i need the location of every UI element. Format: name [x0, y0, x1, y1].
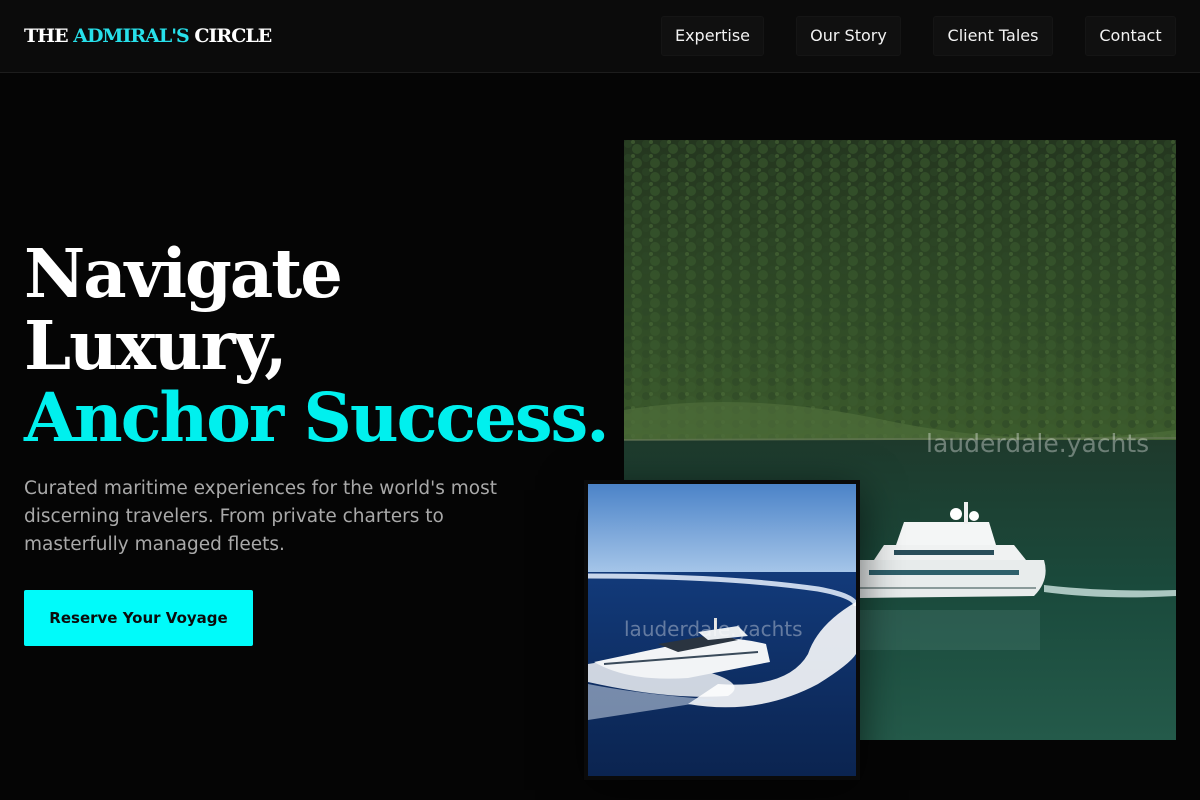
hero-headline-accent: Anchor Success.	[24, 378, 610, 457]
hero-headline: Navigate Luxury, Anchor Success.	[24, 234, 610, 457]
hero-headline-line2: Luxury,	[24, 306, 288, 385]
small-image-watermark: lauderdale.yachts	[624, 617, 803, 641]
nav-expertise-link[interactable]: Expertise	[661, 16, 764, 56]
large-image-watermark: lauderdale.yachts	[926, 429, 1149, 458]
speeding-yacht-image: lauderdale.yachts	[584, 480, 860, 780]
reserve-voyage-button[interactable]: Reserve Your Voyage	[24, 590, 253, 646]
speeding-yacht-photo: lauderdale.yachts	[588, 484, 856, 776]
brand-logo-part1: THE	[24, 25, 69, 47]
brand-logo-part3: CIRCLE	[194, 25, 272, 47]
nav-client-tales-link[interactable]: Client Tales	[933, 16, 1053, 56]
hero-subtext: Curated maritime experiences for the wor…	[24, 478, 498, 555]
brand-logo-part2: ADMIRAL'S	[73, 25, 190, 47]
site-header: THE ADMIRAL'S CIRCLE Expertise Our Story…	[0, 0, 1200, 73]
nav-our-story-link[interactable]: Our Story	[796, 16, 901, 56]
brand-logo[interactable]: THE ADMIRAL'S CIRCLE	[24, 24, 272, 48]
hero-headline-line1: Navigate	[24, 234, 343, 313]
nav-contact-link[interactable]: Contact	[1085, 16, 1176, 56]
